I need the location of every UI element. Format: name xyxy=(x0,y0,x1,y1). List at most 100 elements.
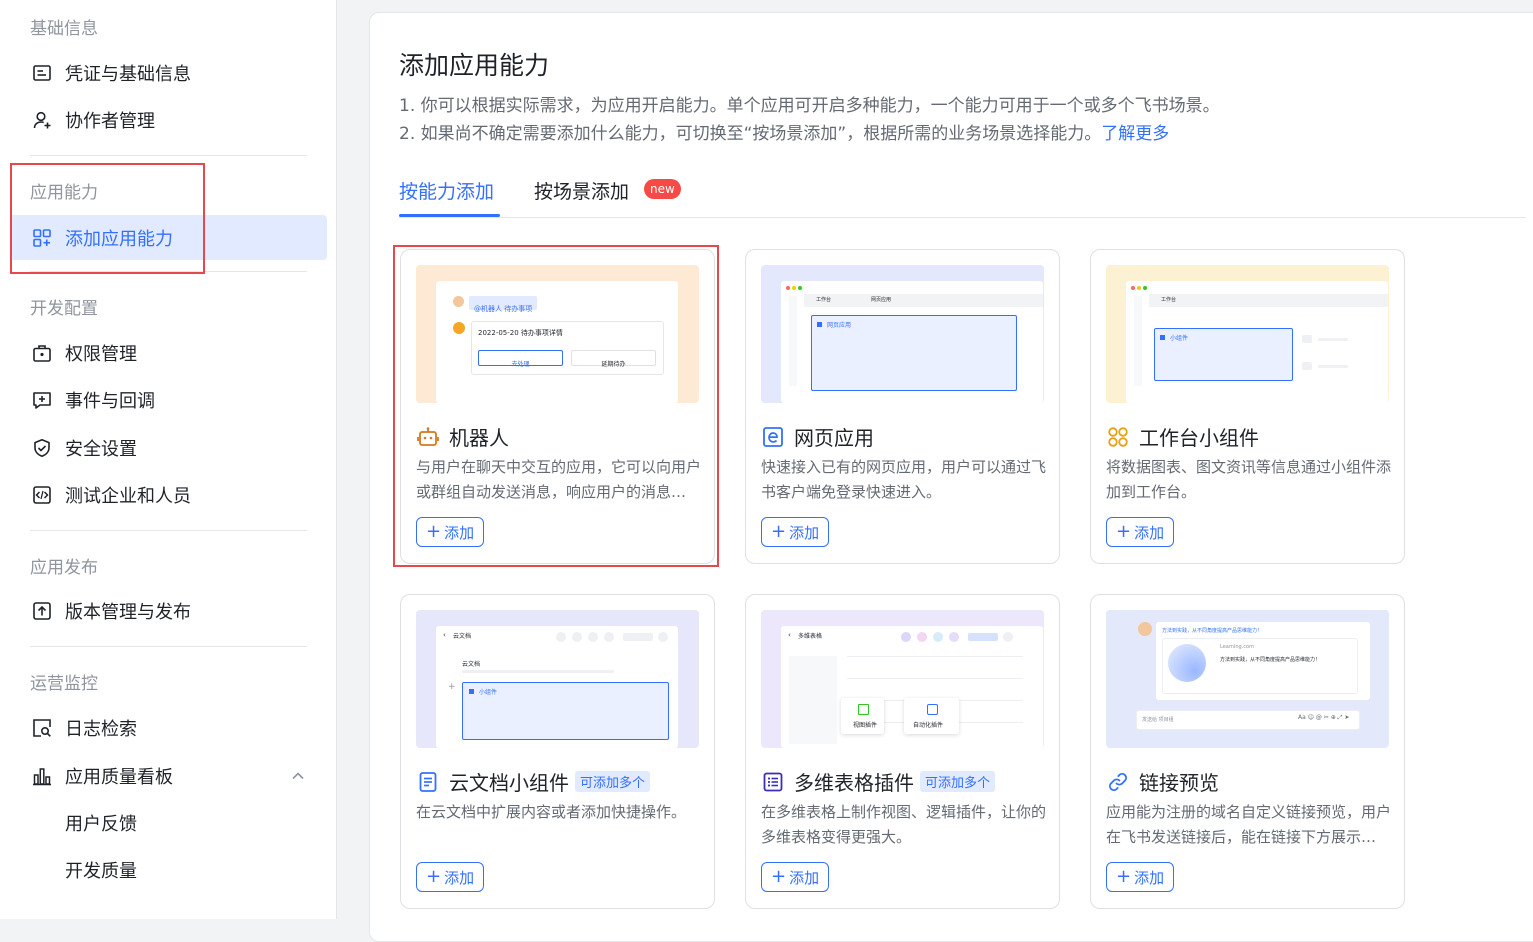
web-app-icon xyxy=(761,425,785,449)
preview-plugin-text: 视图插件 xyxy=(853,722,878,729)
group-title-dev-config: 开发配置 xyxy=(30,299,98,319)
preview-placeholder xyxy=(968,633,998,641)
sidebar-item-label: 版本管理与发布 xyxy=(65,601,191,623)
sidebar-item-label: 协作者管理 xyxy=(65,110,155,132)
preview-placeholder xyxy=(572,632,582,642)
sidebar-item-quality-board[interactable]: 应用质量看板 xyxy=(10,753,327,798)
sidebar-item-label: 日志检索 xyxy=(65,718,137,740)
preview-tabbar xyxy=(1149,294,1388,307)
preview-link-title: 方法到实践，从不同角度提高产品思维能力！ xyxy=(1220,657,1321,663)
new-badge: new xyxy=(644,179,681,199)
preview-placeholder xyxy=(917,632,927,642)
window-dot xyxy=(792,286,796,290)
lock-briefcase-icon xyxy=(32,343,52,363)
upload-icon xyxy=(32,601,52,621)
card-description: 应用能为注册的域名自定义链接预览，用户在飞书发送链接后，能在链接下方展示预览信息 xyxy=(1106,803,1391,846)
sidebar-item-log-search[interactable]: 日志检索 xyxy=(10,705,327,750)
description-line-2-text: 2. 如果尚不确定需要添加什么能力，可切换至“按场景添加”，根据所需的业务场景选… xyxy=(399,124,1102,144)
preview-placeholder xyxy=(933,632,943,642)
group-title-capabilities: 应用能力 xyxy=(30,183,98,203)
preview-header-text: 云文档 xyxy=(453,633,472,640)
add-button-robot[interactable]: + 添加 xyxy=(416,517,485,547)
shield-check-icon xyxy=(32,438,52,458)
add-button-link-preview[interactable]: + 添加 xyxy=(1106,862,1175,892)
add-button-doc-widget[interactable]: + 添加 xyxy=(416,862,485,892)
sidebar-item-events[interactable]: 事件与回调 xyxy=(10,377,327,422)
group-title-monitoring: 运营监控 xyxy=(30,674,98,694)
sidebar-item-security[interactable]: 安全设置 xyxy=(10,425,327,470)
preview-plugin-text: 自动化插件 xyxy=(913,722,944,729)
card-description: 在云文档中扩展内容或者添加快捷操作。 xyxy=(416,803,687,821)
multi-add-tag: 可添加多个 xyxy=(575,771,651,792)
plus-icon: + xyxy=(1116,866,1132,887)
preview-placeholder xyxy=(949,632,959,642)
capability-card-doc-widget[interactable]: ‹ 云文档 云文档 + 小组件 云文档小组件 可添加多个 在云文档中扩展内容或者… xyxy=(400,594,715,909)
window-dot xyxy=(1131,286,1135,290)
preview-placeholder xyxy=(604,632,614,642)
preview-placeholder xyxy=(1003,632,1013,642)
card-title-text: 云文档小组件 xyxy=(449,771,569,795)
card-description: 将数据图表、图文资讯等信息通过小组件添加到工作台。 xyxy=(1106,458,1391,501)
preview-placeholder xyxy=(1302,335,1312,343)
sidebar-item-credentials[interactable]: 凭证与基础信息 xyxy=(10,50,327,95)
chat-chip: @机器人 待办事项 xyxy=(469,296,538,313)
tab-by-scenario[interactable]: 按场景添加 xyxy=(534,177,629,204)
tab-by-capability[interactable]: 按能力添加 xyxy=(399,177,494,204)
preview-placeholder xyxy=(1318,338,1348,341)
avatar xyxy=(1138,622,1152,636)
window-dot xyxy=(1137,286,1141,290)
add-button-web-app[interactable]: + 添加 xyxy=(761,517,830,547)
sidebar-item-version-release[interactable]: 版本管理与发布 xyxy=(10,588,327,633)
code-icon xyxy=(32,485,52,505)
automation-plugin-icon xyxy=(927,704,938,715)
sidebar-item-test-org[interactable]: 测试企业和人员 xyxy=(10,472,327,517)
card-preview-base-plugin: ‹ 多维表格 视图插件 自动化插件 xyxy=(761,610,1044,748)
card-description: 在多维表格上制作视图、逻辑插件，让你的多维表格变得更强大。 xyxy=(761,803,1046,846)
table-list-icon xyxy=(761,770,785,794)
description-line-2: 2. 如果尚不确定需要添加什么能力，可切换至“按场景添加”，根据所需的业务场景选… xyxy=(399,119,1169,144)
preview-tabbar xyxy=(804,294,1043,307)
card-description: 与用户在聊天中交互的应用，它可以向用户或群组自动发送消息，响应用户的消息和指令 xyxy=(416,458,701,501)
sidebar-item-permissions[interactable]: 权限管理 xyxy=(10,330,327,375)
preview-link-site: Learning.com xyxy=(1220,644,1254,650)
card-description: 快速接入已有的网页应用，用户可以通过飞书客户端免登录快速进入。 xyxy=(761,458,1046,501)
add-button-workbench-widget[interactable]: + 添加 xyxy=(1106,517,1175,547)
card-title: 云文档小组件 可添加多个 xyxy=(416,767,651,796)
tabs-divider xyxy=(399,217,1526,218)
capability-card-web-app[interactable]: 工作台 网页应用 网页应用 网页应用 快速接入已有的网页应用，用户可以通过飞书客… xyxy=(745,249,1060,564)
chevron-up-icon[interactable] xyxy=(291,767,305,788)
preview-header-text: 多维表格 xyxy=(798,633,823,640)
sidebar-item-dev-quality[interactable]: 开发质量 xyxy=(10,847,327,892)
sidebar-divider xyxy=(30,271,307,272)
sidebar-item-collaborators[interactable]: 协作者管理 xyxy=(10,97,327,142)
link-icon xyxy=(1106,770,1130,794)
sidebar-item-user-feedback[interactable]: 用户反馈 xyxy=(10,800,327,845)
capability-card-base-plugin[interactable]: ‹ 多维表格 视图插件 自动化插件 多维表格插件 可添加多个 在多维表格上制作视… xyxy=(745,594,1060,909)
add-button-label: 添加 xyxy=(1134,523,1165,542)
sidebar-item-label: 添加应用能力 xyxy=(65,228,173,250)
card-preview-robot: @机器人 待办事项 2022-05-20 待办事项详情 去处理 延期待办 xyxy=(416,265,699,403)
sidebar-item-add-capability[interactable]: 添加应用能力 xyxy=(10,215,327,260)
preview-panel-marker xyxy=(817,322,822,327)
sidebar-divider xyxy=(30,530,307,531)
card-title-text: 工作台小组件 xyxy=(1139,426,1259,450)
preview-placeholder xyxy=(588,632,598,642)
doc-icon xyxy=(416,770,440,794)
description-line-1: 1. 你可以根据实际需求，为应用开启能力。单个应用可开启多种能力，一个能力可用于… xyxy=(399,96,1220,116)
plus-icon: + xyxy=(426,866,442,887)
preview-placeholder xyxy=(462,670,614,673)
plus-icon: + xyxy=(448,682,456,692)
group-title-release: 应用发布 xyxy=(30,558,98,578)
preview-input-placeholder: 发送给 项目组 xyxy=(1142,717,1174,723)
learn-more-link[interactable]: 了解更多 xyxy=(1101,124,1169,144)
avatar xyxy=(453,296,464,307)
capability-card-link-preview[interactable]: 方法到实践，从不同角度提高产品思维能力！ Learning.com 方法到实践，… xyxy=(1090,594,1405,909)
active-tab-indicator xyxy=(399,214,500,217)
preview-panel-text: 小组件 xyxy=(1170,335,1189,342)
capability-card-workbench-widget[interactable]: 工作台 小组件 工作台小组件 将数据图表、图文资讯等信息通过小组件添加到工作台。… xyxy=(1090,249,1405,564)
add-button-base-plugin[interactable]: + 添加 xyxy=(761,862,830,892)
preview-message-text: 方法到实践，从不同角度提高产品思维能力！ xyxy=(1162,628,1263,634)
preview-tab-text: 工作台 xyxy=(816,297,832,303)
capability-card-robot[interactable]: @机器人 待办事项 2022-05-20 待办事项详情 去处理 延期待办 机器人… xyxy=(400,249,715,564)
sidebar-item-label: 测试企业和人员 xyxy=(65,485,191,507)
